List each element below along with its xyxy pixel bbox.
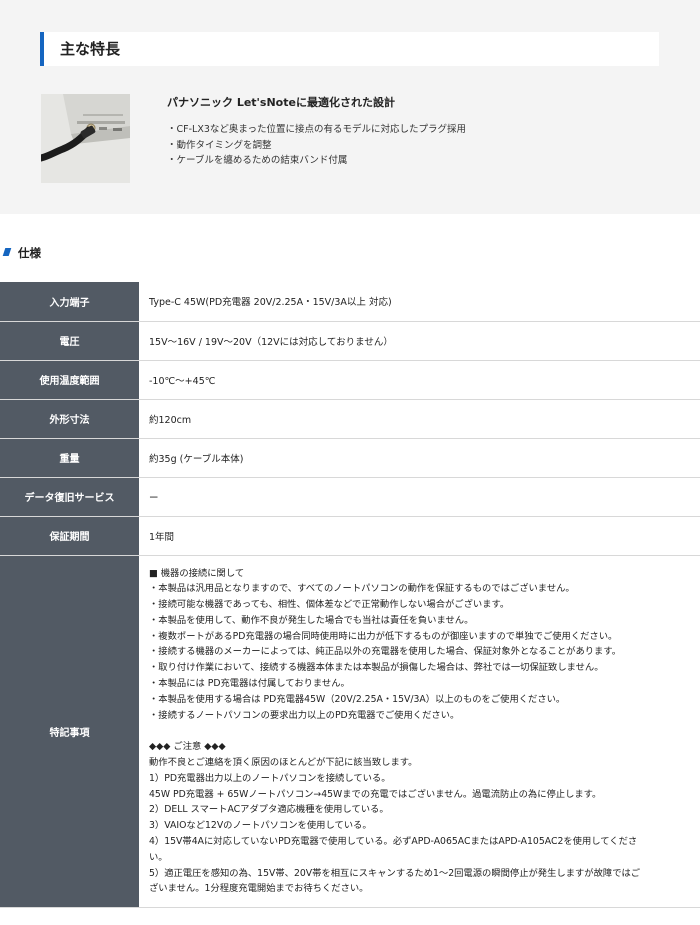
list-item: ・動作タイミングを調整 <box>167 139 272 151</box>
spec-value: Type-C 45W(PD充電器 20V/2.25A・15V/3A以上 対応) <box>139 282 700 322</box>
spec-title: 仕様 <box>18 246 41 260</box>
note-line: ・接続可能な機器であっても、相性、個体差などで正常動作しない場合がございます。 <box>149 599 510 611</box>
note-line: 4）15V帯4Aに対応していないPD充電器で使用している。必ずAPD-A065A… <box>149 836 638 848</box>
spec-value: 約120cm <box>139 399 700 439</box>
features-heading: パナソニック Let'sNoteに最適化された設計 <box>167 96 395 109</box>
spec-label: 保証期間 <box>0 516 139 556</box>
features-title-bar: 主な特長 <box>40 32 659 66</box>
spec-value: 15V〜16V / 19V〜20V（12Vには対応しておりません） <box>139 321 700 361</box>
spec-label: 使用温度範囲 <box>0 360 139 400</box>
note-line: ざいません。1分程度充電開始までお待ちください。 <box>149 883 369 895</box>
features-list: ・CF-LX3など奥まった位置に接点の有るモデルに対応したプラグ採用 ・動作タイ… <box>167 122 466 169</box>
features-title: 主な特長 <box>60 40 121 58</box>
note-line: ■ 機器の接続に関して <box>149 567 245 579</box>
note-line: ・複数ポートがあるPD充電器の場合同時使用時に出力が低下するものが御座いますので… <box>149 630 618 642</box>
note-line: ・本製品には PD充電器は付属しておりません。 <box>149 678 350 690</box>
note-line: 5）適正電圧を感知の為、15V帯、20V帯を相互にスキャンするため1〜2回電源の… <box>149 867 641 879</box>
spec-label: 電圧 <box>0 321 139 361</box>
list-item: ・CF-LX3など奥まった位置に接点の有るモデルに対応したプラグ採用 <box>167 124 466 135</box>
note-line: ◆◆◆ ご注意 ◆◆◆ <box>149 741 226 753</box>
notes-cell: ■ 機器の接続に関して ・本製品は汎用品となりますので、すべてのノートパソコンの… <box>139 555 700 909</box>
note-line: ・取り付け作業において、接続する機器本体または本製品が損傷した場合は、弊社では一… <box>149 662 604 674</box>
laptop-cable-image-icon <box>41 94 130 183</box>
spec-table: 入力端子 Type-C 45W(PD充電器 20V/2.25A・15V/3A以上… <box>0 282 700 909</box>
section-marker-icon <box>2 248 12 256</box>
spec-value: ー <box>139 477 700 517</box>
spec-label: 入力端子 <box>0 282 139 322</box>
table-row: データ復旧サービス ー <box>0 477 700 517</box>
spec-value: 1年間 <box>139 516 700 556</box>
spec-label: データ復旧サービス <box>0 477 139 517</box>
spec-value: -10℃〜+45℃ <box>139 360 700 400</box>
note-line: 動作不良とご連絡を頂く原因のほとんどが下記に該当致します。 <box>149 757 418 769</box>
note-line: ・本製品は汎用品となりますので、すべてのノートパソコンの動作を保証するものではご… <box>149 583 575 595</box>
spec-value: 約35g (ケーブル本体) <box>139 438 700 478</box>
spec-label: 重量 <box>0 438 139 478</box>
spec-label: 特記事項 <box>0 555 139 909</box>
note-line: 2）DELL スマートACアダプタ適応機種を使用している。 <box>149 804 389 816</box>
table-row: 保証期間 1年間 <box>0 516 700 556</box>
note-line: 3）VAIOなど12Vのノートパソコンを使用している。 <box>149 820 372 832</box>
note-line: い。 <box>149 851 168 863</box>
list-item: ・ケーブルを纏めるための結束バンド付属 <box>167 155 348 166</box>
note-line-blank <box>149 723 686 739</box>
note-line: 1）PD充電器出力以上のノートパソコンを接続している。 <box>149 772 391 784</box>
note-line: ・接続するノートパソコンの要求出力以上のPD充電器でご使用ください。 <box>149 709 460 721</box>
product-photo <box>41 94 130 183</box>
table-row: 入力端子 Type-C 45W(PD充電器 20V/2.25A・15V/3A以上… <box>0 282 700 322</box>
note-line: ・本製品を使用する場合は PD充電器45W（20V/2.25A・15V/3A）以… <box>149 693 566 705</box>
table-row: 使用温度範囲 -10℃〜+45℃ <box>0 360 700 400</box>
spec-label: 外形寸法 <box>0 399 139 439</box>
note-line: ・接続する機器のメーカーによっては、純正品以外の充電器を使用した場合、保証対象外… <box>149 646 622 658</box>
table-row: 電圧 15V〜16V / 19V〜20V（12Vには対応しておりません） <box>0 321 700 361</box>
note-line: 45W PD充電器 + 65Wノートパソコン→45Wまでの充電ではございません。… <box>149 788 602 800</box>
note-line: ・本製品を使用して、動作不良が発生した場合でも当社は責任を負いません。 <box>149 614 474 626</box>
table-row: 重量 約35g (ケーブル本体) <box>0 438 700 478</box>
table-row: 外形寸法 約120cm <box>0 399 700 439</box>
features-section: 主な特長 パナソニック Let'sNoteに最適化された設計 ・CF-LX3など… <box>0 0 700 214</box>
table-row: 特記事項 ■ 機器の接続に関して ・本製品は汎用品となりますので、すべてのノート… <box>0 555 700 909</box>
